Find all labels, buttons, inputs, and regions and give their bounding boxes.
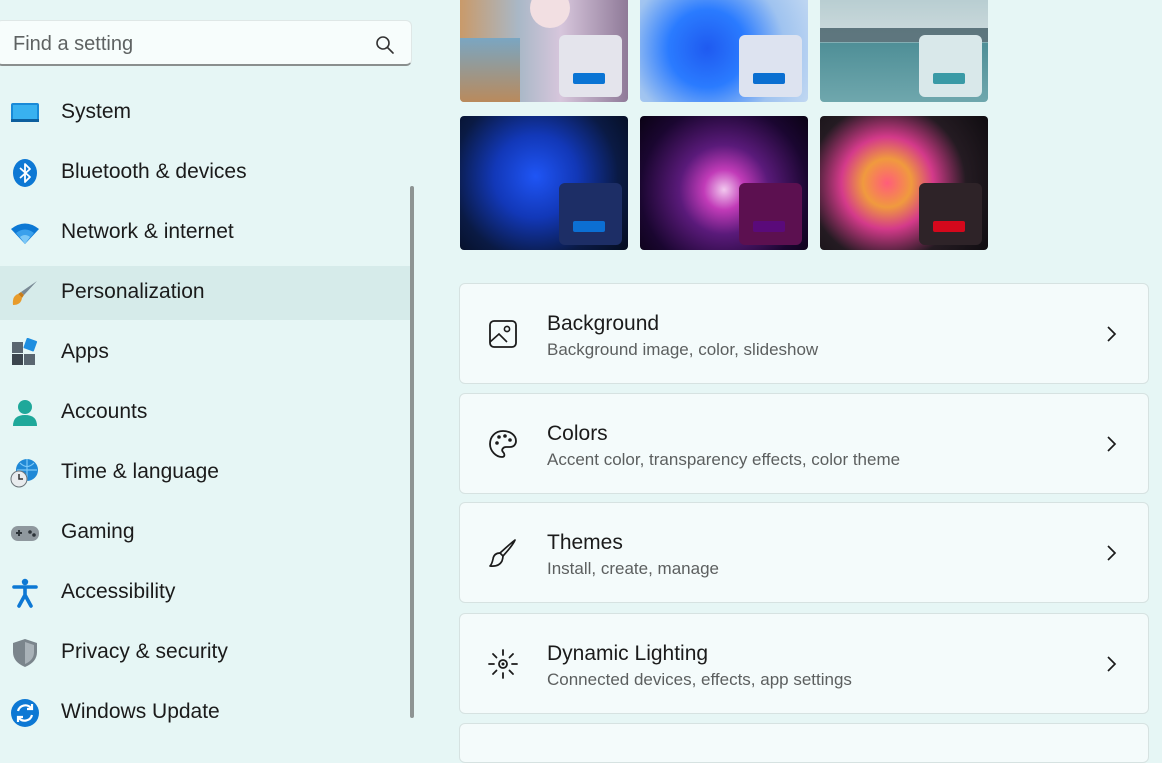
- wifi-icon: [11, 223, 39, 244]
- dynamic-lighting-card[interactable]: Dynamic Lighting Connected devices, effe…: [459, 613, 1149, 714]
- background-card[interactable]: Background Background image, color, slid…: [459, 283, 1149, 384]
- brush-icon: [489, 539, 516, 567]
- sidebar-item-label: Personalization: [61, 280, 205, 303]
- accent-bar: [573, 73, 605, 84]
- theme-glow[interactable]: [640, 116, 808, 250]
- sidebar-item-privacy-security[interactable]: Privacy & security: [0, 626, 412, 680]
- sidebar-item-accessibility[interactable]: Accessibility: [0, 566, 412, 620]
- chevron-right-icon: [1107, 545, 1117, 561]
- theme-bloom-dark[interactable]: [460, 116, 628, 250]
- accent-bar: [753, 221, 785, 232]
- colors-card[interactable]: Colors Accent color, transparency effect…: [459, 393, 1149, 494]
- system-icon: [11, 103, 39, 122]
- sidebar-item-network[interactable]: Network & internet: [0, 206, 412, 260]
- sidebar-item-accounts[interactable]: Accounts: [0, 386, 412, 440]
- sidebar-item-time-language[interactable]: Time & language: [0, 446, 412, 500]
- accent-bar: [933, 73, 965, 84]
- brush-icon: [12, 281, 37, 305]
- sidebar-item-label: Accounts: [61, 400, 148, 423]
- sidebar-item-label: Apps: [61, 340, 109, 363]
- theme-bloom-light[interactable]: [640, 0, 808, 102]
- theme-lake[interactable]: [820, 0, 988, 102]
- sidebar-item-system[interactable]: System: [0, 86, 412, 140]
- accessibility-icon: [12, 578, 38, 608]
- card-subtitle: Accent color, transparency effects, colo…: [547, 450, 901, 469]
- sidebar-item-gaming[interactable]: Gaming: [0, 506, 412, 560]
- search-input[interactable]: Find a setting: [0, 20, 412, 66]
- sidebar-item-label: Bluetooth & devices: [61, 160, 247, 183]
- account-icon: [13, 400, 37, 426]
- sidebar-item-label: Time & language: [61, 460, 219, 483]
- search-placeholder: Find a setting: [13, 33, 134, 55]
- shield-icon: [13, 639, 37, 667]
- sidebar-item-personalization[interactable]: Personalization: [0, 266, 412, 320]
- update-icon: [11, 699, 39, 727]
- sidebar-item-apps[interactable]: Apps: [0, 326, 412, 380]
- card-title: Colors: [547, 422, 608, 445]
- chevron-right-icon: [1107, 656, 1117, 672]
- sidebar-item-label: Windows Update: [61, 700, 220, 723]
- card-subtitle: Background image, color, slideshow: [547, 340, 819, 359]
- bluetooth-icon: [13, 159, 37, 187]
- sidebar-item-label: Gaming: [61, 520, 135, 543]
- sidebar-item-windows-update[interactable]: Windows Update: [0, 686, 412, 740]
- chevron-right-icon: [1107, 436, 1117, 452]
- sidebar-item-bluetooth[interactable]: Bluetooth & devices: [0, 146, 412, 200]
- sidebar-scrollbar[interactable]: [410, 186, 414, 718]
- accent-bar: [573, 221, 605, 232]
- globe-clock-icon: [10, 459, 38, 488]
- theme-captured-motion[interactable]: [820, 116, 988, 250]
- card-subtitle: Connected devices, effects, app settings: [547, 670, 852, 689]
- sidebar-item-label: Network & internet: [61, 220, 234, 243]
- card-title: Themes: [547, 531, 623, 554]
- themes-card[interactable]: Themes Install, create, manage: [459, 502, 1149, 603]
- search-icon[interactable]: [375, 35, 395, 55]
- navigation-sidebar: Find a setting System Bluetooth & device…: [0, 0, 420, 743]
- sidebar-item-label: System: [61, 100, 132, 123]
- accent-bar: [753, 73, 785, 84]
- next-card-partial[interactable]: [459, 723, 1149, 763]
- image-icon: [489, 320, 517, 348]
- gamepad-icon: [11, 526, 39, 541]
- apps-icon: [12, 338, 38, 365]
- card-title: Background: [547, 312, 660, 335]
- card-title: Dynamic Lighting: [547, 642, 709, 665]
- accent-bar: [933, 221, 965, 232]
- theme-flowers[interactable]: [460, 0, 628, 102]
- sidebar-item-label: Accessibility: [61, 580, 176, 603]
- palette-icon: [489, 430, 517, 458]
- lighting-icon: [488, 649, 518, 679]
- card-subtitle: Install, create, manage: [547, 559, 719, 578]
- chevron-right-icon: [1107, 326, 1117, 342]
- sidebar-item-label: Privacy & security: [61, 640, 228, 663]
